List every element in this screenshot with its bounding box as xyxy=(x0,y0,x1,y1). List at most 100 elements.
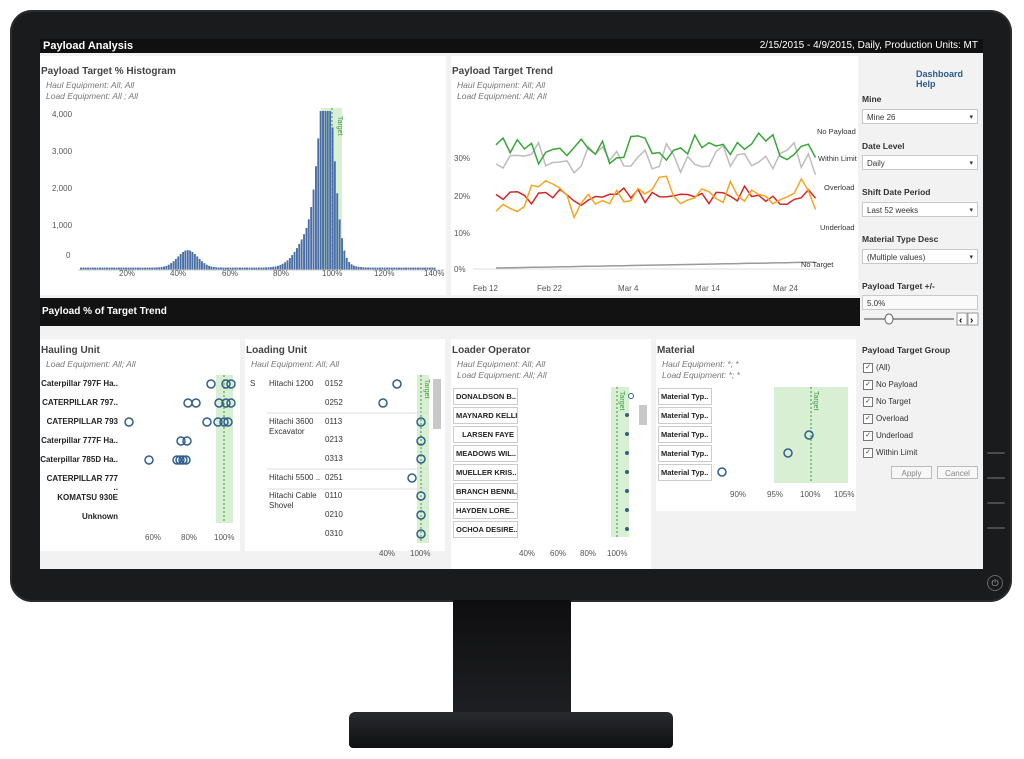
histogram-bar xyxy=(179,254,182,270)
data-point[interactable] xyxy=(392,379,402,389)
histogram-chart[interactable]: Target xyxy=(40,56,446,295)
loading-model[interactable]: Hitachi Cable Shovel xyxy=(269,491,321,511)
table-row[interactable]: Caterpillar 785D Ha.. xyxy=(40,455,118,464)
list-item[interactable]: Material Typ.. xyxy=(658,426,712,443)
data-point[interactable] xyxy=(407,473,417,483)
monitor-button xyxy=(987,452,1005,454)
loading-chart[interactable]: Target xyxy=(245,339,445,551)
data-point[interactable] xyxy=(625,470,629,474)
payload-target-input[interactable]: 5.0% xyxy=(862,295,978,310)
loading-unit[interactable]: 0113 xyxy=(325,417,342,426)
list-item[interactable]: OCHOA DESIRE.. xyxy=(453,521,518,538)
data-point[interactable] xyxy=(625,508,629,512)
histogram-bar xyxy=(319,111,322,270)
list-item[interactable]: MAYNARD KELLI xyxy=(453,407,518,424)
list-item[interactable]: Material Typ.. xyxy=(658,388,712,405)
cancel-button[interactable]: Cancel xyxy=(937,466,978,479)
data-point[interactable] xyxy=(625,489,629,493)
power-icon[interactable]: ⏻ xyxy=(987,575,1003,591)
loading-unit[interactable]: 0310 xyxy=(325,529,343,538)
data-point[interactable] xyxy=(183,398,193,408)
loading-unit[interactable]: 0251 xyxy=(325,473,343,482)
date-level-dropdown[interactable]: Daily ▾ xyxy=(862,155,978,170)
payload-target-value: 5.0% xyxy=(867,299,886,308)
table-row[interactable]: CATERPILLAR 797.. xyxy=(40,398,118,407)
checkbox-underload[interactable]: ✓ Underload xyxy=(863,430,913,442)
dashboard-screen: Payload Analysis 2/15/2015 - 4/9/2015, D… xyxy=(40,39,983,569)
material-type-value: (Multiple values) xyxy=(867,253,926,262)
loading-unit[interactable]: 0210 xyxy=(325,510,343,519)
data-point[interactable] xyxy=(182,436,192,446)
list-item[interactable]: Material Typ.. xyxy=(658,445,712,462)
scrollbar-thumb[interactable] xyxy=(433,379,441,429)
list-item[interactable]: Material Typ.. xyxy=(658,464,712,481)
loading-unit[interactable]: 0110 xyxy=(325,491,342,500)
data-point[interactable] xyxy=(625,432,629,436)
slider-handle[interactable] xyxy=(884,313,894,325)
loading-unit[interactable]: 0252 xyxy=(325,398,343,407)
section-title: Payload % of Target Trend xyxy=(40,298,860,326)
mine-dropdown[interactable]: Mine 26 ▾ xyxy=(862,109,978,124)
label-overload: Overload xyxy=(824,183,855,192)
table-row[interactable]: Caterpillar 777F Ha.. xyxy=(40,436,118,445)
checkbox-no-target[interactable]: ✓ No Target xyxy=(863,396,911,408)
list-item[interactable]: BRANCH BENNI.. xyxy=(453,483,518,500)
list-item[interactable]: MUELLER KRIS.. xyxy=(453,464,518,481)
data-point[interactable] xyxy=(206,379,216,389)
x-tick: 100% xyxy=(214,533,235,542)
histogram-bar xyxy=(182,252,184,270)
data-point[interactable] xyxy=(625,451,629,455)
material-type-dropdown[interactable]: (Multiple values) ▾ xyxy=(862,249,978,264)
table-row[interactable]: CATERPILLAR 793 xyxy=(40,417,118,426)
loading-model[interactable]: Hitachi 5500 .. xyxy=(269,473,320,482)
loading-unit[interactable]: 0313 xyxy=(325,454,343,463)
x-tick: Feb 22 xyxy=(537,284,562,293)
checkbox-label: No Target xyxy=(876,397,911,406)
trend-chart[interactable] xyxy=(451,56,858,295)
list-item[interactable]: HAYDEN LORE.. xyxy=(453,502,518,519)
data-point[interactable] xyxy=(625,527,629,531)
payload-target-slider[interactable]: ‹ › xyxy=(862,312,980,326)
loading-model[interactable]: Hitachi 3600 Excavator xyxy=(269,417,321,437)
data-point[interactable] xyxy=(717,467,727,477)
scrollbar-thumb[interactable] xyxy=(639,405,647,425)
x-tick: 60% xyxy=(550,549,567,558)
loading-model[interactable]: Hitachi 1200 xyxy=(269,379,313,388)
checkbox-all[interactable]: ✓ (All) xyxy=(863,362,890,374)
checkbox-no-payload[interactable]: ✓ No Payload xyxy=(863,379,917,391)
table-row[interactable]: Caterpillar 797F Ha.. xyxy=(40,379,118,388)
material-chart[interactable]: Target xyxy=(656,339,856,511)
x-tick: 40% xyxy=(170,269,187,278)
x-tick: Feb 12 xyxy=(473,284,498,293)
data-point[interactable] xyxy=(378,398,388,408)
label-no-payload: No Payload xyxy=(817,127,856,136)
apply-button[interactable]: Apply xyxy=(891,466,932,479)
x-tick: 100% xyxy=(410,549,431,558)
table-row[interactable]: CATERPILLAR 777 .. xyxy=(40,474,118,492)
list-item[interactable]: LARSEN FAYE xyxy=(453,426,518,443)
histogram-bar xyxy=(307,219,310,270)
chevron-down-icon: ▾ xyxy=(969,254,973,261)
shift-date-dropdown[interactable]: Last 52 weeks ▾ xyxy=(862,202,978,217)
data-point[interactable] xyxy=(191,398,201,408)
list-item[interactable]: MEADOWS WIL.. xyxy=(453,445,518,462)
histogram-bars xyxy=(80,111,436,271)
data-point[interactable] xyxy=(625,413,629,417)
x-tick: 40% xyxy=(379,549,396,558)
data-point[interactable] xyxy=(628,393,634,399)
data-point[interactable] xyxy=(124,417,134,427)
list-item[interactable]: DONALDSON B.. xyxy=(453,388,518,405)
chevron-down-icon: ▾ xyxy=(969,160,973,167)
histogram-bar xyxy=(305,227,308,270)
loading-unit[interactable]: 0213 xyxy=(325,435,343,444)
checkbox-within-limit[interactable]: ✓ Within Limit xyxy=(863,447,917,459)
dashboard-help-link[interactable]: Dashboard Help xyxy=(916,69,983,89)
histogram-bar xyxy=(296,248,298,270)
table-row[interactable]: KOMATSU 930E xyxy=(40,493,118,502)
table-row[interactable]: Unknown xyxy=(40,512,118,521)
list-item[interactable]: Material Typ.. xyxy=(658,407,712,424)
data-point[interactable] xyxy=(144,455,154,465)
data-point[interactable] xyxy=(202,417,212,427)
checkbox-overload[interactable]: ✓ Overload xyxy=(863,413,908,425)
loading-unit[interactable]: 0152 xyxy=(325,379,343,388)
